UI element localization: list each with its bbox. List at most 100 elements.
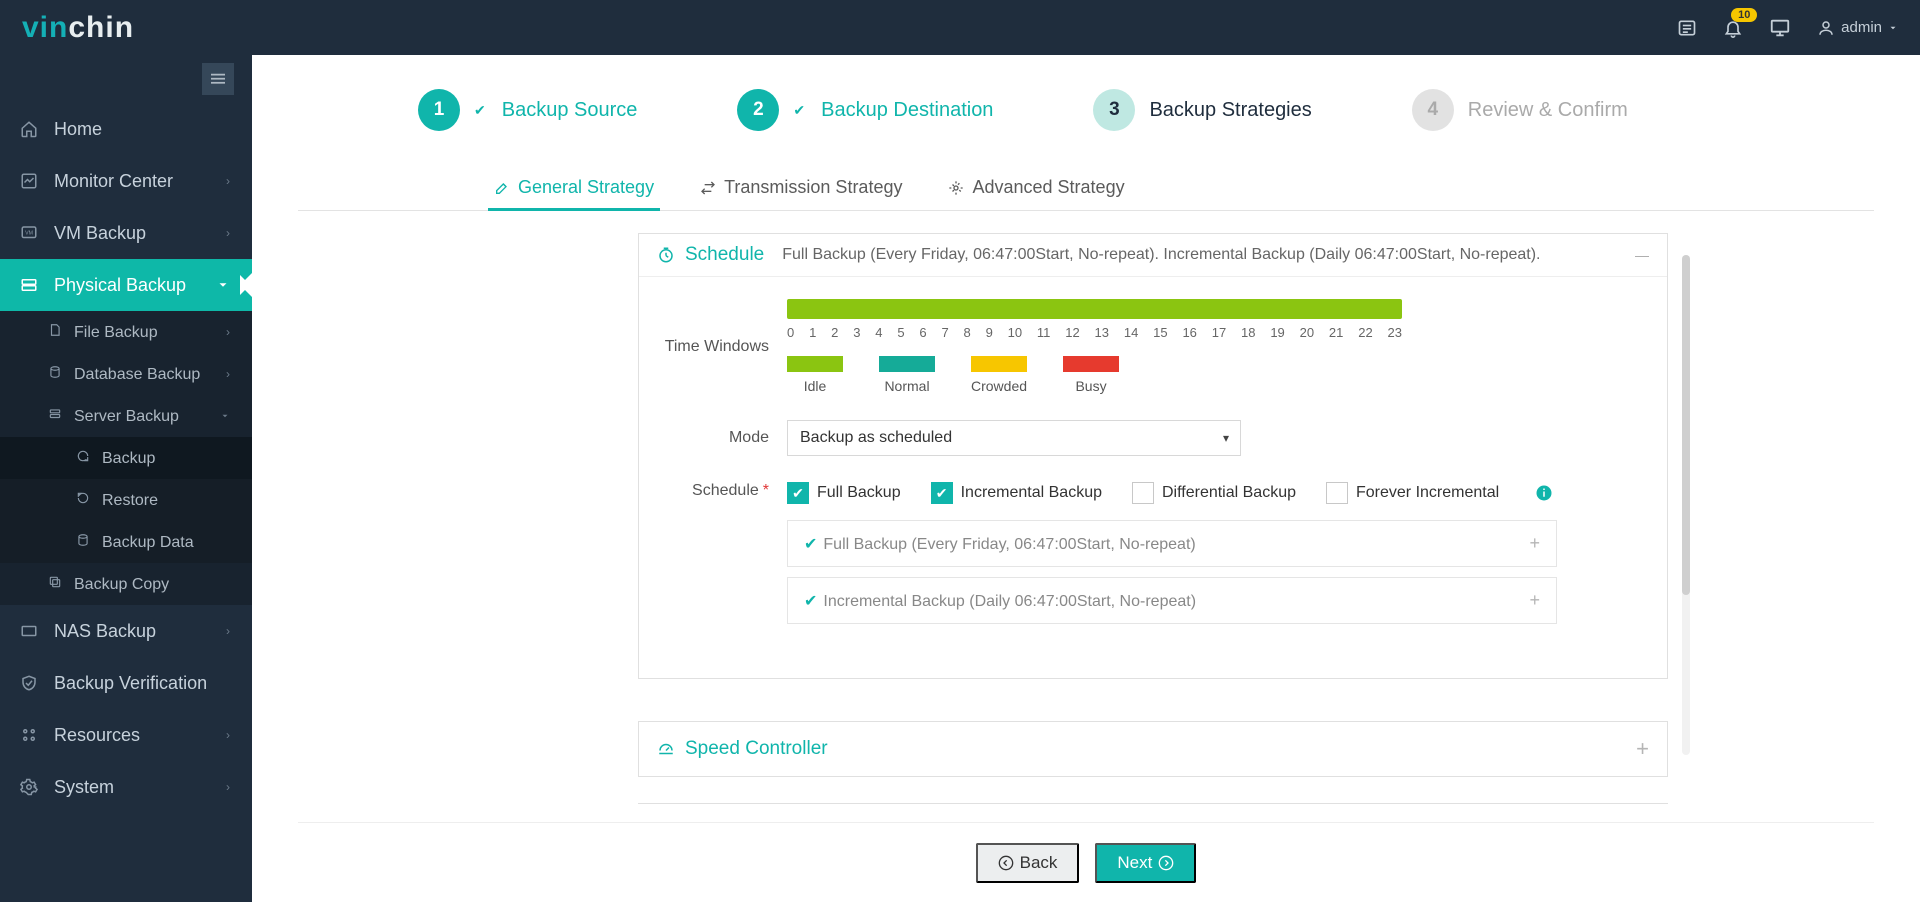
sidebar-item-backup-data[interactable]: Backup Data (0, 521, 252, 563)
sidebar-item-label: Resources (54, 725, 140, 746)
sidebar-item-physical[interactable]: Physical Backup (0, 259, 252, 311)
sidebar-item-label: Physical Backup (54, 275, 186, 296)
checkbox-label: Differential Backup (1162, 484, 1296, 502)
main-content: 1 ✔ Backup Source 2 ✔ Backup Destination… (252, 55, 1920, 902)
sidebar-item-server-backup[interactable]: Server Backup (0, 395, 252, 437)
legend-label: Normal (884, 378, 929, 394)
chevron-right-icon: › (226, 226, 230, 240)
tick-label: 16 (1182, 325, 1196, 340)
sidebar-item-nas[interactable]: NAS Backup › (0, 605, 252, 657)
plus-icon[interactable]: + (1529, 590, 1540, 611)
plus-icon[interactable]: + (1529, 533, 1540, 554)
tick-label: 15 (1153, 325, 1167, 340)
wizard-step-4[interactable]: 4 Review & Confirm (1412, 89, 1628, 131)
sidebar-item-db[interactable]: Database Backup› (0, 353, 252, 395)
tick-label: 7 (941, 325, 948, 340)
gear-icon (18, 776, 40, 798)
scrollbar-thumb[interactable] (1682, 255, 1690, 595)
shield-check-icon (18, 672, 40, 694)
database-icon (74, 533, 92, 547)
checkbox-label: Full Backup (817, 484, 901, 502)
file-icon (46, 323, 64, 337)
sidebar-item-resources[interactable]: Resources › (0, 709, 252, 761)
sidebar-item-label: Monitor Center (54, 171, 173, 192)
wizard-step-3[interactable]: 3 Backup Strategies (1093, 89, 1311, 131)
panel-speed-header[interactable]: Speed Controller + (639, 722, 1667, 776)
edit-icon (494, 180, 510, 196)
refresh-icon (74, 449, 92, 463)
sidebar-item-label: Backup Verification (54, 673, 207, 694)
tab-transmission-strategy[interactable]: Transmission Strategy (694, 165, 908, 210)
sidebar-item-label: Backup Data (102, 534, 194, 551)
wizard-step-1[interactable]: 1 ✔ Backup Source (418, 89, 637, 131)
database-icon (46, 365, 64, 379)
sidebar-collapse[interactable] (0, 55, 252, 103)
sidebar-item-label: Backup Copy (74, 576, 169, 593)
list-icon[interactable] (1677, 18, 1697, 38)
checkbox-differential-backup[interactable]: Differential Backup (1132, 482, 1296, 504)
sidebar-item-vm[interactable]: VMVM Backup › (0, 207, 252, 259)
user-menu[interactable]: admin (1817, 19, 1898, 37)
brand-post: chin (68, 11, 134, 44)
wizard-label: Backup Strategies (1149, 99, 1311, 122)
gear-icon (948, 180, 964, 196)
panel-speed-controller[interactable]: Speed Controller + (638, 721, 1668, 777)
sidebar-item-verify[interactable]: Backup Verification (0, 657, 252, 709)
next-button[interactable]: Next (1095, 843, 1196, 883)
panel-schedule-body: Time Windows 012345678910111213141516171… (639, 277, 1667, 678)
schedule-row-label: Incremental Backup (Daily 06:47:00Start,… (823, 593, 1196, 610)
schedule-row-label: Full Backup (Every Friday, 06:47:00Start… (823, 536, 1195, 553)
tab-advanced-strategy[interactable]: Advanced Strategy (942, 165, 1130, 210)
exchange-icon (700, 180, 716, 196)
back-button[interactable]: Back (976, 843, 1080, 883)
schedule-row-incremental[interactable]: ✔Incremental Backup (Daily 06:47:00Start… (787, 577, 1557, 624)
sidebar-item-restore[interactable]: Restore (0, 479, 252, 521)
sidebar-submenu-server: Backup Restore Backup Data (0, 437, 252, 563)
checkbox-incremental-backup[interactable]: ✔Incremental Backup (931, 482, 1102, 504)
button-label: Next (1117, 853, 1152, 873)
app-header: vinchin 10 admin (0, 0, 1920, 55)
sidebar-item-monitor[interactable]: Monitor Center › (0, 155, 252, 207)
checkbox-forever-incremental[interactable]: Forever Incremental (1326, 482, 1499, 504)
panel-title: Speed Controller (685, 738, 828, 760)
wizard-label: Review & Confirm (1468, 99, 1628, 122)
wizard-label: Backup Destination (821, 99, 993, 122)
wizard-step-2[interactable]: 2 ✔ Backup Destination (737, 89, 993, 131)
header-right: 10 admin (1677, 17, 1898, 39)
mode-select[interactable]: ▾ (787, 420, 1241, 456)
user-name: admin (1841, 19, 1882, 36)
sidebar-item-file[interactable]: File Backup› (0, 311, 252, 353)
row-mode: Mode ▾ (657, 420, 1649, 456)
collapse-icon[interactable]: — (1635, 247, 1649, 263)
sidebar-submenu-physical: File Backup› Database Backup› Server Bac… (0, 311, 252, 605)
scrollbar[interactable] (1682, 255, 1690, 755)
tick-label: 9 (986, 325, 993, 340)
legend-label: Busy (1075, 378, 1106, 394)
chevron-right-icon: › (226, 174, 230, 188)
checkbox-full-backup[interactable]: ✔Full Backup (787, 482, 901, 504)
time-window-ticks: 01234567891011121314151617181920212223 (787, 325, 1402, 340)
tick-label: 23 (1388, 325, 1402, 340)
legend-idle: Idle (787, 356, 843, 394)
time-window-bar[interactable] (787, 299, 1402, 319)
mode-select-input[interactable] (787, 420, 1241, 456)
tick-label: 14 (1124, 325, 1138, 340)
wizard-footer: Back Next (298, 822, 1874, 902)
sidebar-item-backup[interactable]: Backup (0, 437, 252, 479)
monitor-icon[interactable] (1769, 17, 1791, 39)
schedule-row-full[interactable]: ✔Full Backup (Every Friday, 06:47:00Star… (787, 520, 1557, 567)
tab-general-strategy[interactable]: General Strategy (488, 165, 660, 210)
content-area: Schedule Full Backup (Every Friday, 06:4… (298, 211, 1874, 822)
mode-label: Mode (657, 429, 787, 447)
sidebar-item-home[interactable]: Home (0, 103, 252, 155)
tick-label: 5 (897, 325, 904, 340)
info-icon[interactable] (1535, 484, 1553, 502)
sidebar-item-backup-copy[interactable]: Backup Copy (0, 563, 252, 605)
sidebar-item-system[interactable]: System › (0, 761, 252, 813)
panel-schedule-header[interactable]: Schedule Full Backup (Every Friday, 06:4… (639, 234, 1667, 277)
tick-label: 22 (1358, 325, 1372, 340)
bell-icon[interactable]: 10 (1723, 18, 1743, 38)
time-window-legend: Idle Normal Crowded Busy (787, 356, 1649, 394)
plus-icon[interactable]: + (1636, 736, 1649, 762)
tick-label: 8 (964, 325, 971, 340)
